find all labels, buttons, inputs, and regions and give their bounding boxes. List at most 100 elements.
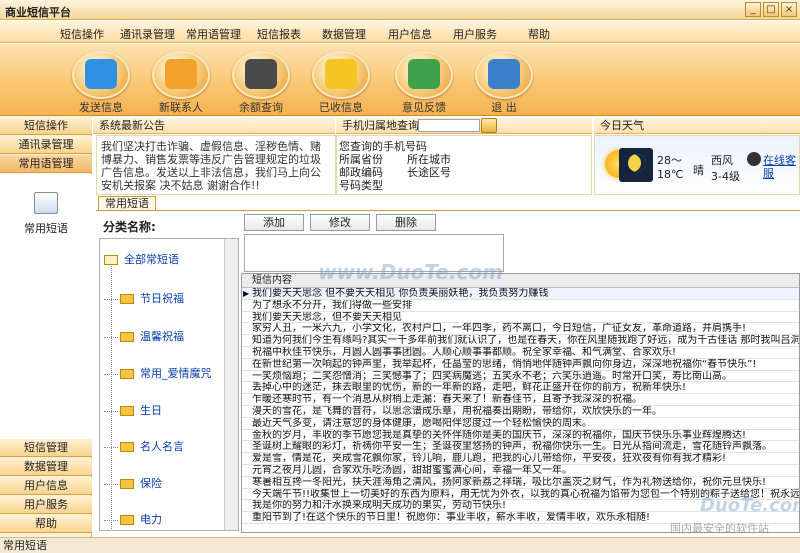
row-text: 一笑烦恼跑；二笑怨憎消；三笑憾事了；四笑病魔逃；五笑永不老；六笑乐逍遥。时常开口… [252,370,732,382]
phrases-icon[interactable] [34,192,58,214]
nav-user-info[interactable]: 用户信息 [0,477,92,495]
menu-phrases[interactable]: 常用语管理 [186,26,241,42]
row-text: 爱是雪，情是花，夹成雪花飘你家，铃儿响，鹿儿跑，把我的心儿带给你，平安夜，狂欢夜… [252,453,727,465]
table-row[interactable]: 最近天气多变，请注意您的身体健康，愿喝阳伴您度过一个轻松愉快的周末。 [242,418,799,430]
phrase-grid: 短信内容 ▶ 我们要天天思念 但不要天天相见 你负责美丽妖艳，我负责努力赚钱 为了想… [241,273,800,533]
nav-help[interactable]: 帮助 [0,515,92,533]
phone-title: 手机归属地查询 [342,119,419,132]
row-text: 在新世纪第一次响起的钟声里，我举起杯，任晶莹的思绪，悄悄地伴随钟声飘向你身边，深… [252,358,757,370]
minimize-button[interactable]: _ [745,2,761,17]
row-text: 金秋的岁月，丰收的季节愿您我是真挚的关怀伴随你是美的国庆节，深深的祝福你，国庆节… [252,429,747,441]
table-row[interactable]: 金秋的岁月，丰收的季节愿您我是真挚的关怀伴随你是美的国庆节，深深的祝福你，国庆节… [242,430,799,442]
app-window: 商业短信平台 _ □ × 短信操作 通讯录管理 常用语管理 短信报表 数据管理 … [0,0,800,553]
menu-help[interactable]: 帮助 [528,26,550,42]
table-row[interactable]: 知道为何我们今生有缘吗?其实一千多年前我们就认识了，也是在春天，你在风里随我跑了… [242,335,799,347]
tree-scrollbar[interactable] [224,239,238,530]
edit-button[interactable]: 修改 [310,214,370,231]
weather-panel: 28～ 18℃ 晴 西风 3-4级 在线客服 [594,135,800,195]
row-text: 圣诞树上耀眼的彩灯，祈祷你平安一生；圣诞夜里悠扬的钟声，祝福你快乐一生。日光从指… [252,441,772,453]
row-text: 最近天气多变，请注意您的身体健康，愿喝阳伴您度过一个轻松愉快的周末。 [252,417,592,429]
phone-input[interactable] [418,119,480,132]
menu-data[interactable]: 数据管理 [322,26,366,42]
row-text: 家穷人丑，一米六九，小学文化，农村户口，一年四季，药不离口，今日短信，广征女友，… [252,323,747,335]
add-button[interactable]: 添加 [244,214,304,231]
row-text: 祝福中秋佳节快乐，月圆人圆事事团圆。人顺心顺事事都顺。祝全家幸福、和气满堂、合家… [252,346,677,358]
tree-item[interactable]: 节日祝福 [104,290,184,310]
menu-user-info[interactable]: 用户信息 [388,26,432,42]
nav-user-service[interactable]: 用户服务 [0,496,92,514]
maximize-button[interactable]: □ [763,2,779,17]
tree-item[interactable]: 生日 [104,402,162,422]
condition-label: 晴 [693,164,704,177]
nav-contacts[interactable]: 通讯录管理 [0,136,92,154]
menu-contacts[interactable]: 通讯录管理 [120,26,175,42]
table-row[interactable]: 祝福中秋佳节快乐，月圆人圆事事团圆。人顺心顺事事都顺。祝全家幸福、和气满堂、合家… [242,347,799,359]
tree-item[interactable]: 电力 [104,511,162,530]
table-row[interactable]: ▶ 我们要天天思念 但不要天天相见 你负责美丽妖艳，我负责努力赚钱 [242,288,799,300]
online-service-link[interactable]: 在线客服 [763,154,797,180]
table-row[interactable]: 漫天的雪花，是飞舞的音符，以思念谱成乐章，用祝福奏出期盼，带给你，欢欣快乐的一年… [242,406,799,418]
wind-label: 西风 [711,154,733,167]
table-row[interactable]: 圣诞树上耀眼的彩灯，祈祷你平安一生；圣诞夜里悠扬的钟声，祝福你快乐一生。日光从指… [242,441,799,454]
row-text: 乍暖还寒时节，有一个消息从树梢上走漏：春天来了！新春佳节，且寄予我深深的祝福。 [252,394,642,406]
row-text: 漫天的雪花，是飞舞的音符，以思念谱成乐章，用祝福奏出期盼，带给你，欢欣快乐的一年… [252,405,662,417]
tree-item[interactable]: 保险 [104,475,162,495]
inbox-button[interactable]: 已收信息 [309,49,373,114]
row-text: 知道为何我们今生有缘吗?其实一千多年前我们就认识了，也是在春天，你在风里随我跑了… [252,335,799,347]
table-row[interactable]: 一笑烦恼跑；二笑怨憎消；三笑憾事了；四笑病魔逃；五笑永不老；六笑乐逍遥。时常开口… [242,371,799,383]
menu-sms-ops[interactable]: 短信操作 [60,26,104,42]
tree-item[interactable]: 全部常短语 [104,251,179,271]
nav-phrases[interactable]: 常用语管理 [0,155,92,173]
send-icon [85,59,117,89]
balance-query-button[interactable]: 余额查询 [229,49,293,114]
nav-data-manage[interactable]: 数据管理 [0,458,92,476]
close-button[interactable]: × [781,2,797,17]
category-tree: 全部常短语 节日祝福 温馨祝福 常用_爱情魔咒 生日 名人名言 保险 电力 [99,238,239,531]
table-row[interactable]: 在新世纪第一次响起的钟声里，我举起杯，任晶莹的思绪，悄悄地伴随钟声飘向你身边，深… [242,359,799,371]
row-text: 为了想永不分开，我们得做一些安排 [252,299,412,311]
notice-title: 系统最新公告 [93,118,335,134]
feedback-icon [408,59,440,89]
qq-icon [747,152,761,166]
row-text: 我们要天天思念 但不要天天相见 你负责美丽妖艳，我负责努力赚钱 [252,288,549,299]
nav-sms-ops[interactable]: 短信操作 [0,117,92,135]
tree-item[interactable]: 常用_爱情魔咒 [104,365,212,385]
title-bar: 商业短信平台 _ □ × [0,0,800,20]
table-row[interactable]: 爱是雪，情是花，夹成雪花飘你家，铃儿响，鹿儿跑，把我的心儿带给你，平安夜，狂欢夜… [242,453,799,465]
tab-phrases[interactable]: 常用短语 [98,196,156,211]
table-row[interactable]: 寒暑相互搀一冬阳光，扶天涯海角之清风，扬阿家新荔之祥瑞，吸比尔盖茨之财气，作为礼… [242,477,799,489]
table-row[interactable]: 乍暖还寒时节，有一个消息从树梢上走漏：春天来了！新春佳节，且寄予我深深的祝福。 [242,394,799,406]
table-row[interactable]: 家穷人丑，一米六九，小学文化，农村户口，一年四季，药不离口，今日短信，广征女友，… [242,323,799,336]
table-row[interactable]: 丢掉心中的迷茫，抹去眼里的忧伤，新的一年新的路，走吧，鲜花正盛开在你的前方，祝新… [242,382,799,395]
feedback-button[interactable]: 意见反馈 [392,49,456,114]
zip-label: 邮政编码 [339,166,383,179]
menu-user-service[interactable]: 用户服务 [453,26,497,42]
table-row[interactable]: 为了想永不分开，我们得做一些安排 [242,300,799,312]
nav-selected-label[interactable]: 常用短语 [0,220,92,236]
exit-icon [488,59,520,89]
category-title: 分类名称: [103,220,156,234]
notice-text: 我们坚决打击诈骗、虚假信息、淫秽色情、赌博暴力、销售发票等违反广告管理规定的垃圾… [96,135,336,195]
nav-sms-manage[interactable]: 短信管理 [0,439,92,457]
table-row[interactable]: 元宵之夜月儿圆，合家欢乐吃汤圆，甜甜蜜蜜满心间，幸福一年又一年。 [242,465,799,477]
weather-title: 今日天气 [594,118,800,134]
moon-icon [619,148,653,182]
send-button[interactable]: 发送信息 [69,49,133,114]
delete-button[interactable]: 删除 [376,214,436,231]
tree-item[interactable]: 温馨祝福 [104,328,184,348]
exit-button[interactable]: 退 出 [472,49,536,114]
type-label: 号码类型 [339,179,383,192]
status-bar: 常用短语 [0,537,800,553]
new-contact-button[interactable]: 新联系人 [149,49,213,114]
watermark-site: www.DuoTe.com [318,260,503,284]
menu-reports[interactable]: 短信报表 [257,26,301,42]
row-text: 我们要天天思念，但不要天天相见 [252,311,402,323]
toolbar: 发送信息 新联系人 余额查询 已收信息 意见反馈 退 出 [0,44,800,116]
tab-divider [96,210,800,211]
table-row[interactable]: 我们要天天思念，但不要天天相见 [242,312,799,324]
tree-item[interactable]: 名人名言 [104,438,184,458]
search-icon[interactable] [481,118,497,133]
row-text: 元宵之夜月儿圆，合家欢乐吃汤圆，甜甜蜜蜜满心间，幸福一年又一年。 [252,464,572,476]
phone-query-label: 您查询的手机号码 [339,140,427,153]
city-label: 所在城市 [407,153,451,166]
